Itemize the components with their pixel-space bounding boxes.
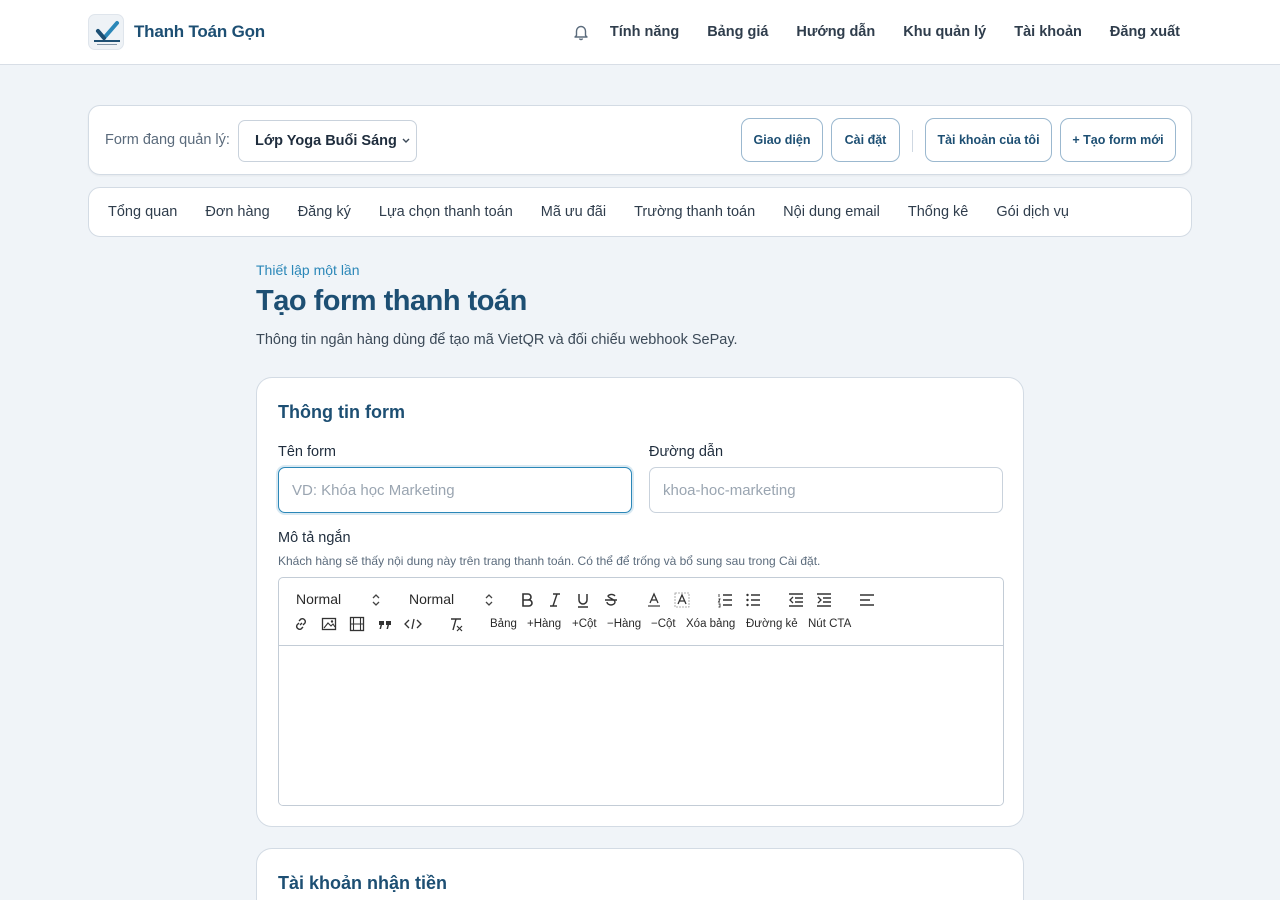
image-icon[interactable] [319,614,339,634]
nav-link-pricing[interactable]: Bảng giá [707,24,768,40]
tab-statistics[interactable]: Thống kê [908,204,968,220]
form-select[interactable]: Lớp Yoga Buổi Sáng [238,120,417,162]
header-select[interactable]: Normal [296,591,341,607]
form-name-label: Tên form [278,444,337,460]
nav-link-logout[interactable]: Đăng xuất [1110,24,1180,40]
tab-email-content[interactable]: Nội dung email [783,204,880,220]
text-color-icon[interactable] [644,590,664,610]
page-eyebrow: Thiết lập một lần [256,262,360,278]
form-select-label: Form đang quản lý: [105,132,230,148]
brand-home-link[interactable]: Thanh Toán Gọn [88,14,265,50]
receiving-account-title: Tài khoản nhận tiền [278,873,448,893]
strikethrough-icon[interactable] [601,590,621,610]
tab-payment-options[interactable]: Lựa chọn thanh toán [379,204,513,220]
slug-input[interactable]: khoa-hoc-marketing [649,467,1003,513]
bullet-list-icon[interactable] [743,590,763,610]
tab-orders[interactable]: Đơn hàng [205,204,269,220]
delete-column-button[interactable]: −Cột [651,618,676,630]
nav-link-admin[interactable]: Khu quản lý [903,24,986,40]
top-navbar: Thanh Toán Gọn Tính năng Bảng giá Hướng … [0,0,1280,65]
theme-button[interactable]: Giao diện [741,118,823,162]
slug-label: Đường dẫn [649,444,724,460]
brand-name: Thanh Toán Gọn [134,22,265,41]
size-select-value: Normal [409,591,455,607]
my-account-button[interactable]: Tài khoản của tôi [925,118,1052,162]
editor-toolbar: Normal Normal Bảng +Hàng +Cột −Hàng −Cột… [279,578,1003,646]
nav-link-account[interactable]: Tài khoản [1014,24,1082,40]
tab-service-plans[interactable]: Gói dịch vụ [996,204,1069,220]
horizontal-rule-button[interactable]: Đường kẻ [746,618,798,630]
editor-content-area[interactable] [279,646,1003,805]
outdent-icon[interactable] [786,590,806,610]
form-name-input[interactable]: VD: Khóa học Marketing [278,467,632,513]
tab-payment-fields[interactable]: Trường thanh toán [634,204,755,220]
logo [88,14,124,50]
add-row-button[interactable]: +Hàng [527,618,561,630]
bold-icon[interactable] [517,590,537,610]
indent-icon[interactable] [814,590,834,610]
form-manager-bar: Form đang quản lý: Lớp Yoga Buổi Sáng Gi… [88,105,1192,175]
delete-row-button[interactable]: −Hàng [607,618,641,630]
chevron-down-icon [400,134,412,152]
size-select[interactable]: Normal [409,591,454,607]
delete-table-button[interactable]: Xóa bảng [686,618,735,630]
italic-icon[interactable] [545,590,565,610]
insert-table-button[interactable]: Bảng [490,618,517,630]
rich-text-editor: Normal Normal Bảng +Hàng +Cột −Hàng −Cột… [278,577,1004,806]
form-info-card: Thông tin form Tên form VD: Khóa học Mar… [256,377,1024,827]
cta-button-insert[interactable]: Nút CTA [808,618,851,630]
form-info-title: Thông tin form [278,402,405,422]
section-tabs: Tổng quan Đơn hàng Đăng ký Lựa chọn than… [88,187,1192,237]
bell-icon[interactable] [570,21,592,43]
nav-link-features[interactable]: Tính năng [610,24,679,40]
tab-registrations[interactable]: Đăng ký [298,204,351,220]
link-icon[interactable] [291,614,311,634]
settings-button[interactable]: Cài đặt [831,118,900,162]
underline-icon[interactable] [573,590,593,610]
divider [912,130,913,152]
form-name-placeholder: VD: Khóa học Marketing [292,481,455,499]
video-icon[interactable] [347,614,367,634]
description-label: Mô tả ngắn [278,530,351,546]
receiving-account-card: Tài khoản nhận tiền [256,848,1024,900]
page-title: Tạo form thanh toán [256,285,527,317]
description-hint: Khách hàng sẽ thấy nội dung này trên tra… [278,554,821,568]
tab-overview[interactable]: Tổng quan [108,204,177,220]
code-block-icon[interactable] [403,614,423,634]
page-subtitle: Thông tin ngân hàng dùng để tạo mã VietQ… [256,332,738,348]
header-select-value: Normal [296,591,342,607]
form-select-value: Lớp Yoga Buổi Sáng [255,133,397,149]
slug-placeholder: khoa-hoc-marketing [663,481,796,499]
align-left-icon[interactable] [857,590,877,610]
select-arrows-icon [366,590,386,610]
create-form-button[interactable]: + Tạo form mới [1060,118,1176,162]
nav-link-guide[interactable]: Hướng dẫn [796,24,875,40]
tab-discount-codes[interactable]: Mã ưu đãi [541,204,606,220]
ordered-list-icon[interactable] [715,590,735,610]
blockquote-icon[interactable] [375,614,395,634]
select-arrows-icon [479,590,499,610]
add-column-button[interactable]: +Cột [572,618,597,630]
main-nav: Tính năng Bảng giá Hướng dẫn Khu quản lý… [570,0,1180,64]
clear-format-icon[interactable] [446,614,466,634]
background-color-icon[interactable] [672,590,692,610]
